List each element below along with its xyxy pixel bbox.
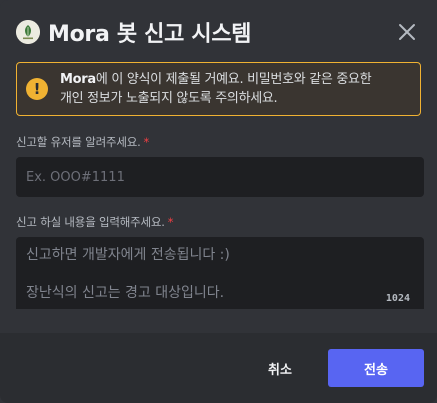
report-modal: Mora 봇 신고 시스템 ! Mora에 이 양식이 제출될 거예요. 비밀번… — [0, 0, 437, 403]
cancel-button[interactable]: 취소 — [254, 349, 306, 387]
warning-line1: 에 이 양식이 제출될 거예요. 비밀번호와 같은 중요한 — [95, 72, 372, 87]
modal-header: Mora 봇 신고 시스템 — [16, 14, 421, 50]
reported-user-input[interactable] — [16, 157, 424, 197]
submit-button[interactable]: 전송 — [328, 349, 424, 387]
report-content-field: 1024 — [16, 237, 424, 309]
content-field-label: 신고 하실 내용을 입력해주세요. * — [16, 214, 174, 230]
modal-title: Mora 봇 신고 시스템 — [48, 22, 252, 47]
required-marker: * — [143, 135, 150, 149]
exclamation-icon: ! — [26, 78, 48, 100]
user-field-label: 신고할 유저를 알려주세요. * — [16, 134, 149, 150]
warning-text: Mora에 이 양식이 제출될 거예요. 비밀번호와 같은 중요한 개인 정보가… — [60, 70, 372, 108]
modal-footer: 취소 전송 — [0, 333, 437, 403]
warning-line2: 개인 정보가 노출되지 않도록 주의하세요. — [60, 91, 278, 106]
close-icon[interactable] — [395, 20, 419, 44]
warning-app-name: Mora — [60, 72, 96, 87]
user-label-text: 신고할 유저를 알려주세요. — [16, 135, 141, 149]
warning-notice: ! Mora에 이 양식이 제출될 거예요. 비밀번호와 같은 중요한 개인 정… — [16, 62, 421, 116]
report-content-textarea[interactable] — [16, 237, 424, 309]
leaf-logo-icon — [16, 20, 40, 44]
content-label-text: 신고 하실 내용을 입력해주세요. — [16, 215, 165, 229]
char-counter: 1024 — [385, 293, 410, 304]
required-marker: * — [167, 215, 174, 229]
